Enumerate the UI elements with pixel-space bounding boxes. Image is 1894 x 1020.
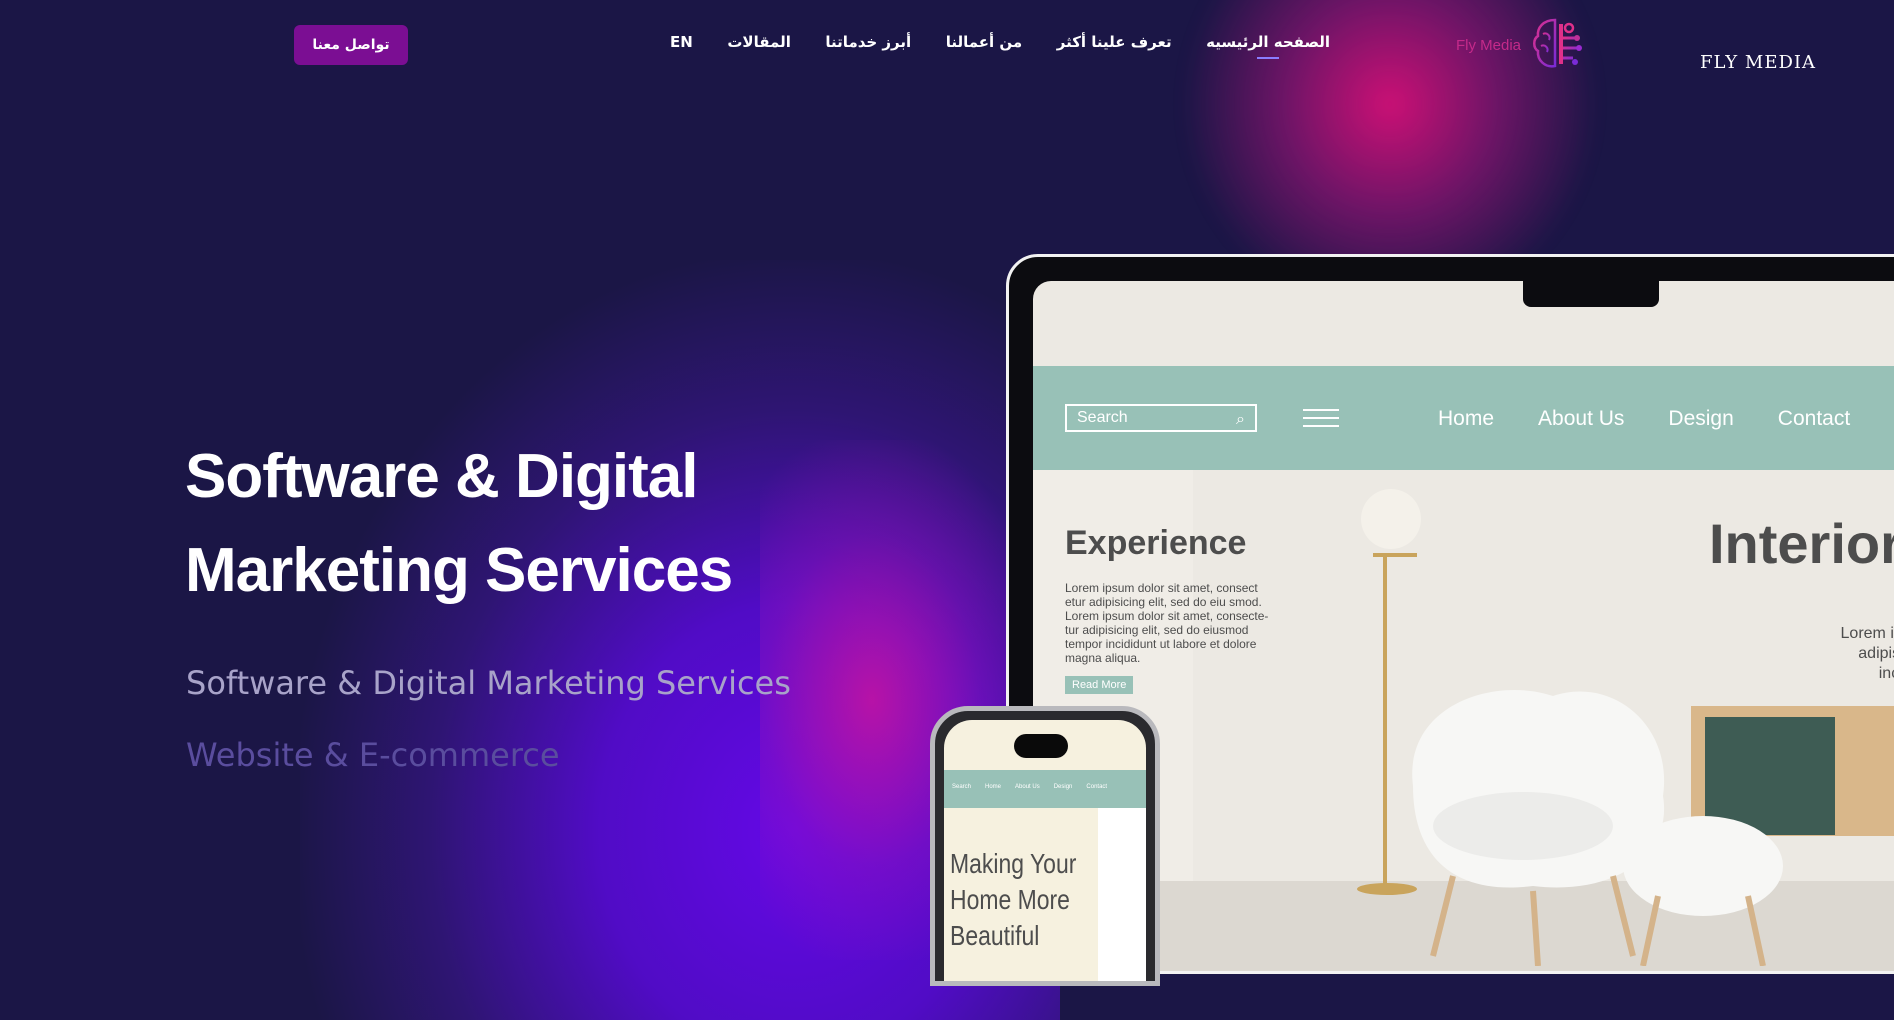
armchair-illustration <box>1412 690 1783 966</box>
phone-mockup: Search Home About Us Design Contact Maki… <box>930 706 1160 986</box>
hero-title-line2: Marketing Services <box>185 536 733 605</box>
mockup-site-nav: Search ⌕ Home About Us Design Contact <box>1033 366 1894 470</box>
brand-name: FLY MEDIA <box>1700 52 1817 73</box>
nav-language-en[interactable]: EN <box>670 33 693 55</box>
search-icon: ⌕ <box>1236 411 1245 428</box>
hero-subtitle-secondary: Website & E-commerce <box>186 736 560 774</box>
mockup-read-more: Read More <box>1065 676 1134 694</box>
hero-title: Software & Digital Marketing Services <box>185 430 885 618</box>
hero-subtitle: Software & Digital Marketing Services <box>186 664 791 702</box>
brain-circuit-icon <box>1533 18 1583 68</box>
mockup-interior-body: Lorem ipsum adipisicing incididu <box>1840 625 1894 682</box>
contact-button[interactable]: تواصل معنا <box>294 25 408 65</box>
mockup-search-field: Search ⌕ <box>1065 404 1257 432</box>
phone-site-nav: Search Home About Us Design Contact <box>944 770 1146 808</box>
hero-title-line1: Software & Digital <box>185 442 699 511</box>
mockup-experience-body: Lorem ipsum dolor sit amet, consect etur… <box>1065 581 1269 665</box>
mockup-link-design: Design <box>1668 407 1734 430</box>
nav-portfolio[interactable]: من أعمالنا <box>946 33 1022 55</box>
hamburger-icon <box>1303 409 1339 433</box>
main-nav: الصفحه الرئيسيه تعرف علينا أكثر من أعمال… <box>670 33 1330 55</box>
phone-accent-panel <box>1098 808 1146 981</box>
mockup-link-home: Home <box>1438 407 1495 430</box>
logo-text: Fly Media <box>1456 36 1522 54</box>
phone-dynamic-island <box>1014 734 1068 758</box>
laptop-notch <box>1523 281 1659 307</box>
logo[interactable]: Fly Media <box>1456 16 1585 74</box>
nav-articles[interactable]: المقالات <box>727 33 791 55</box>
mockup-link-contact: Contact <box>1777 407 1851 430</box>
nav-home[interactable]: الصفحه الرئيسيه <box>1206 33 1330 55</box>
mockup-experience-title: Experience <box>1065 524 1247 562</box>
mockup-site-links: Home About Us Design Contact <box>1438 407 1850 431</box>
mockup-interior-title: Interior <box>1709 512 1894 575</box>
laptop-screen: Search ⌕ Home About Us Design Contact Ex… <box>1033 281 1894 971</box>
phone-screen: Search Home About Us Design Contact Maki… <box>944 720 1146 981</box>
phone-heading: Making Your Home More Beautiful <box>950 848 1077 951</box>
nav-about[interactable]: تعرف علينا أكثر <box>1057 33 1172 55</box>
mockup-link-about: About Us <box>1538 407 1625 430</box>
nav-services[interactable]: أبرز خدماتنا <box>825 33 911 55</box>
